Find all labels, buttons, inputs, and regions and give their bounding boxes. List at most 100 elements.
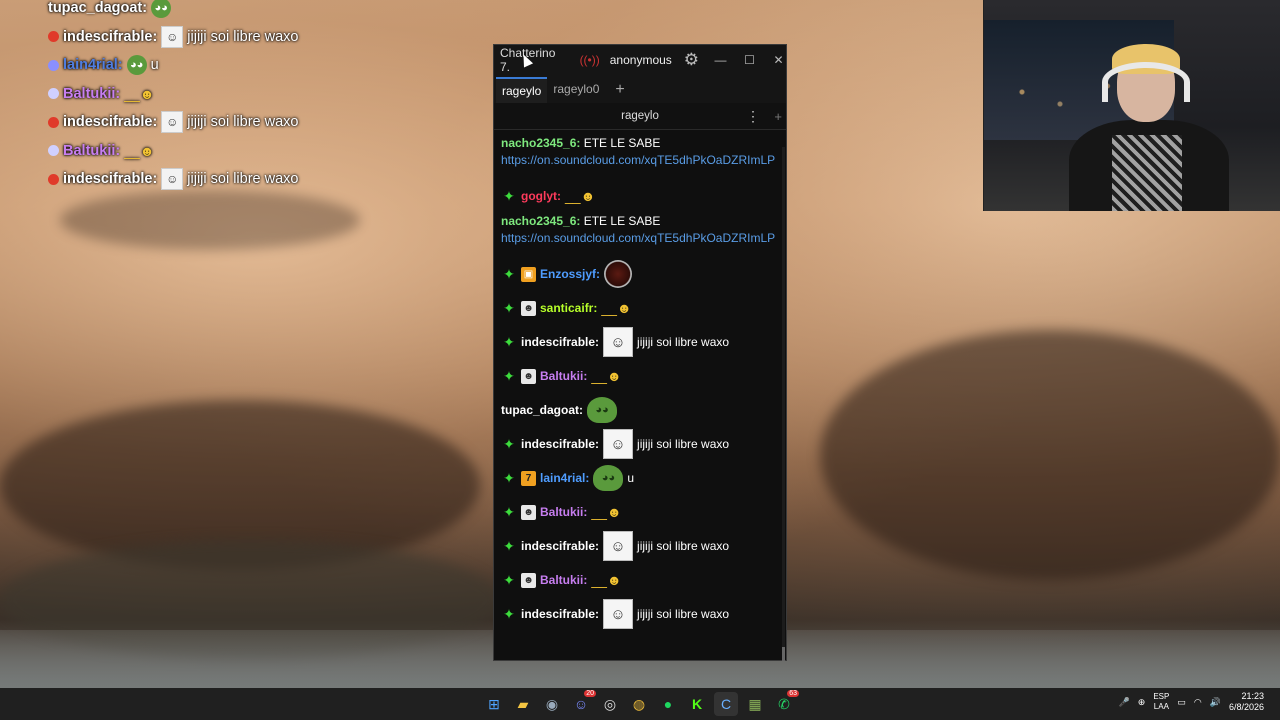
close-button[interactable]: ✕ (771, 53, 786, 67)
chat-username[interactable]: Enzossjyf: (540, 266, 600, 283)
chat-username[interactable]: lain4rial: (540, 470, 589, 487)
file-explorer-icon[interactable]: ▰ (511, 692, 535, 716)
chat-username[interactable]: nacho2345_6: (501, 214, 580, 228)
smug-face-emote: __☻ (124, 85, 155, 102)
chat-username[interactable]: Baltukii: (540, 368, 587, 385)
maximize-button[interactable]: ☐ (742, 53, 757, 67)
minecraft-icon[interactable]: ▦ (743, 692, 767, 716)
channel-name[interactable]: rageylo (621, 110, 659, 122)
steam-icon[interactable]: ◉ (540, 692, 564, 716)
face-badge-icon: ☻ (521, 368, 536, 384)
webcam-feed (983, 0, 1280, 211)
network-icon[interactable]: ⊕ (1138, 697, 1146, 708)
volume-icon[interactable]: 🔊 (1210, 697, 1221, 708)
overlay-username: Baltukii: (63, 142, 121, 159)
sparkle-badge-icon: ✦ (503, 537, 515, 554)
chat-message[interactable]: ✦ ☻ Baltukii: __☻ (501, 563, 779, 597)
smug-face-emote: __☻ (591, 503, 622, 520)
user-badge-icon (48, 145, 59, 157)
microphone-icon[interactable]: 🎤 (1119, 697, 1130, 708)
chat-message[interactable]: ✦ 7 lain4rial: ◕◕ u (501, 461, 779, 495)
chat-username[interactable]: goglyt: (521, 188, 561, 205)
chat-username[interactable]: tupac_dagoat: (501, 402, 583, 419)
chat-username[interactable]: nacho2345_6: (501, 136, 580, 150)
kick-icon[interactable]: K (685, 692, 709, 716)
chat-message[interactable]: ✦ ☻ santicaifr: __☻ (501, 291, 779, 325)
overlay-username: lain4rial: (63, 57, 123, 74)
chat-username[interactable]: indescifrable: (521, 436, 599, 453)
chat-message[interactable]: tupac_dagoat: ◕◕ (501, 393, 779, 427)
tab-bar: rageylo rageylo0 + (494, 75, 786, 103)
overlay-username: indescifrable: (63, 171, 158, 188)
tab-rageylo0[interactable]: rageylo0 (547, 77, 605, 103)
chat-message[interactable]: ✦ indescifrable: ☺ jijiji soi libre waxo (501, 529, 779, 563)
overlay-username: Baltukii: (63, 85, 121, 102)
chat-username[interactable]: Baltukii: (540, 504, 587, 521)
taskbar-apps: ⊞ ▰ ◉ ☺ 20 ◎ ◍ ● K C ▦ ✆ 63 (482, 690, 799, 716)
chat-message[interactable]: ✦ ☻ Baltukii: __☻ (501, 359, 779, 393)
windows-start-icon[interactable]: ⊞ (482, 692, 506, 716)
sparkle-badge-icon: ✦ (503, 367, 515, 384)
chat-message[interactable]: ✦ indescifrable: ☺ jijiji soi libre waxo (501, 597, 779, 631)
chat-message-text: jijiji soi libre waxo (637, 538, 730, 553)
settings-gear-icon[interactable]: ⚙ (684, 50, 699, 70)
chat-message[interactable]: nacho2345_6: ETE LE SABE https://on.sound… (501, 135, 779, 169)
user-badge-icon (48, 116, 59, 128)
split-menu-icon[interactable]: ⋮ (746, 108, 760, 125)
chat-username[interactable]: indescifrable: (521, 606, 599, 623)
face-badge-icon: ☻ (521, 300, 536, 316)
scrollbar-thumb[interactable] (782, 647, 785, 661)
account-switcher[interactable]: anonymous (610, 53, 672, 67)
face-badge-icon: ☻ (521, 504, 536, 520)
streamer-mode-icon[interactable]: ((•)) (580, 53, 600, 67)
chatterino-icon[interactable]: C (714, 692, 738, 716)
pepe-laugh-emote: ☺ (161, 168, 184, 191)
chrome-icon[interactable]: ◍ (627, 692, 651, 716)
chat-message[interactable]: ✦ indescifrable: ☺ jijiji soi libre waxo (501, 427, 779, 461)
pepe-laugh-emote: ☺ (603, 429, 634, 459)
chat-username[interactable]: santicaifr: (540, 300, 597, 317)
overlay-chat-line: Baltukii: __☻ (48, 137, 468, 166)
wildebeest-herd-right (820, 330, 1280, 580)
system-tray: 🎤 ⊕ ESP LAA ▭ ◠ 🔊 21:23 6/8/2026 (1119, 691, 1264, 713)
sparkle-badge-icon: ✦ (503, 333, 515, 350)
chat-message[interactable]: nacho2345_6: ETE LE SABE https://on.sound… (501, 213, 779, 247)
whatsapp-icon[interactable]: ✆ 63 (772, 690, 799, 716)
chat-username[interactable]: Baltukii: (540, 572, 587, 589)
whatsapp-badge: 63 (787, 690, 799, 697)
chat-message[interactable]: ✦ ▣ Enzossjyf: (501, 257, 779, 291)
obs-icon[interactable]: ◎ (598, 692, 622, 716)
add-split-icon[interactable]: + (774, 109, 782, 124)
scrollbar-track[interactable] (782, 147, 785, 661)
chat-link[interactable]: https://on.soundcloud.com/xqTE5dhPkOaDZR… (501, 231, 775, 245)
chat-message[interactable]: ✦ ☻ Baltukii: __☻ (501, 495, 779, 529)
user-badge-icon (48, 88, 59, 100)
wildebeest-herd-distant (60, 190, 360, 250)
chat-username[interactable]: indescifrable: (521, 334, 599, 351)
chat-messages[interactable]: nacho2345_6: ETE LE SABE https://on.sound… (494, 130, 786, 660)
chat-link[interactable]: https://on.soundcloud.com/xqTE5dhPkOaDZR… (501, 153, 775, 167)
tab-rageylo[interactable]: rageylo (496, 77, 548, 103)
minimize-button[interactable]: — (713, 53, 728, 67)
chat-username[interactable]: indescifrable: (521, 538, 599, 555)
spotify-icon[interactable]: ● (656, 692, 680, 716)
pepe-emote: ◕◕ (126, 55, 147, 76)
discord-icon[interactable]: ☺ 20 (569, 690, 596, 716)
overlay-chat-line: indescifrable: ☺ jijiji soi libre waxo (48, 108, 468, 137)
chat-message[interactable]: ✦ indescifrable: ☺ jijiji soi libre waxo (501, 325, 779, 359)
gift-box-badge-icon: ▣ (521, 266, 536, 282)
headset (1102, 62, 1190, 102)
chat-message-text: jijiji soi libre waxo (637, 606, 730, 621)
input-language[interactable]: ESP LAA (1153, 692, 1169, 712)
sparkle-badge-icon: ✦ (503, 265, 515, 282)
overlay-message-text: jijiji soi libre waxo (187, 28, 299, 45)
clock[interactable]: 21:23 6/8/2026 (1229, 691, 1264, 713)
chat-message[interactable]: ✦ goglyt: __☻ (501, 179, 779, 213)
split-header[interactable]: rageylo ⋮ + (494, 103, 786, 130)
title-bar[interactable]: Chatterino 7. ((•)) anonymous ⚙ — ☐ ✕ (494, 45, 786, 75)
display-icon[interactable]: ▭ (1177, 697, 1186, 708)
add-tab-button[interactable]: + (615, 77, 624, 103)
coffee-cup-emote (604, 260, 633, 288)
overlay-chat-line: lain4rial: ◕◕ u (48, 51, 468, 80)
wifi-icon[interactable]: ◠ (1194, 697, 1202, 708)
